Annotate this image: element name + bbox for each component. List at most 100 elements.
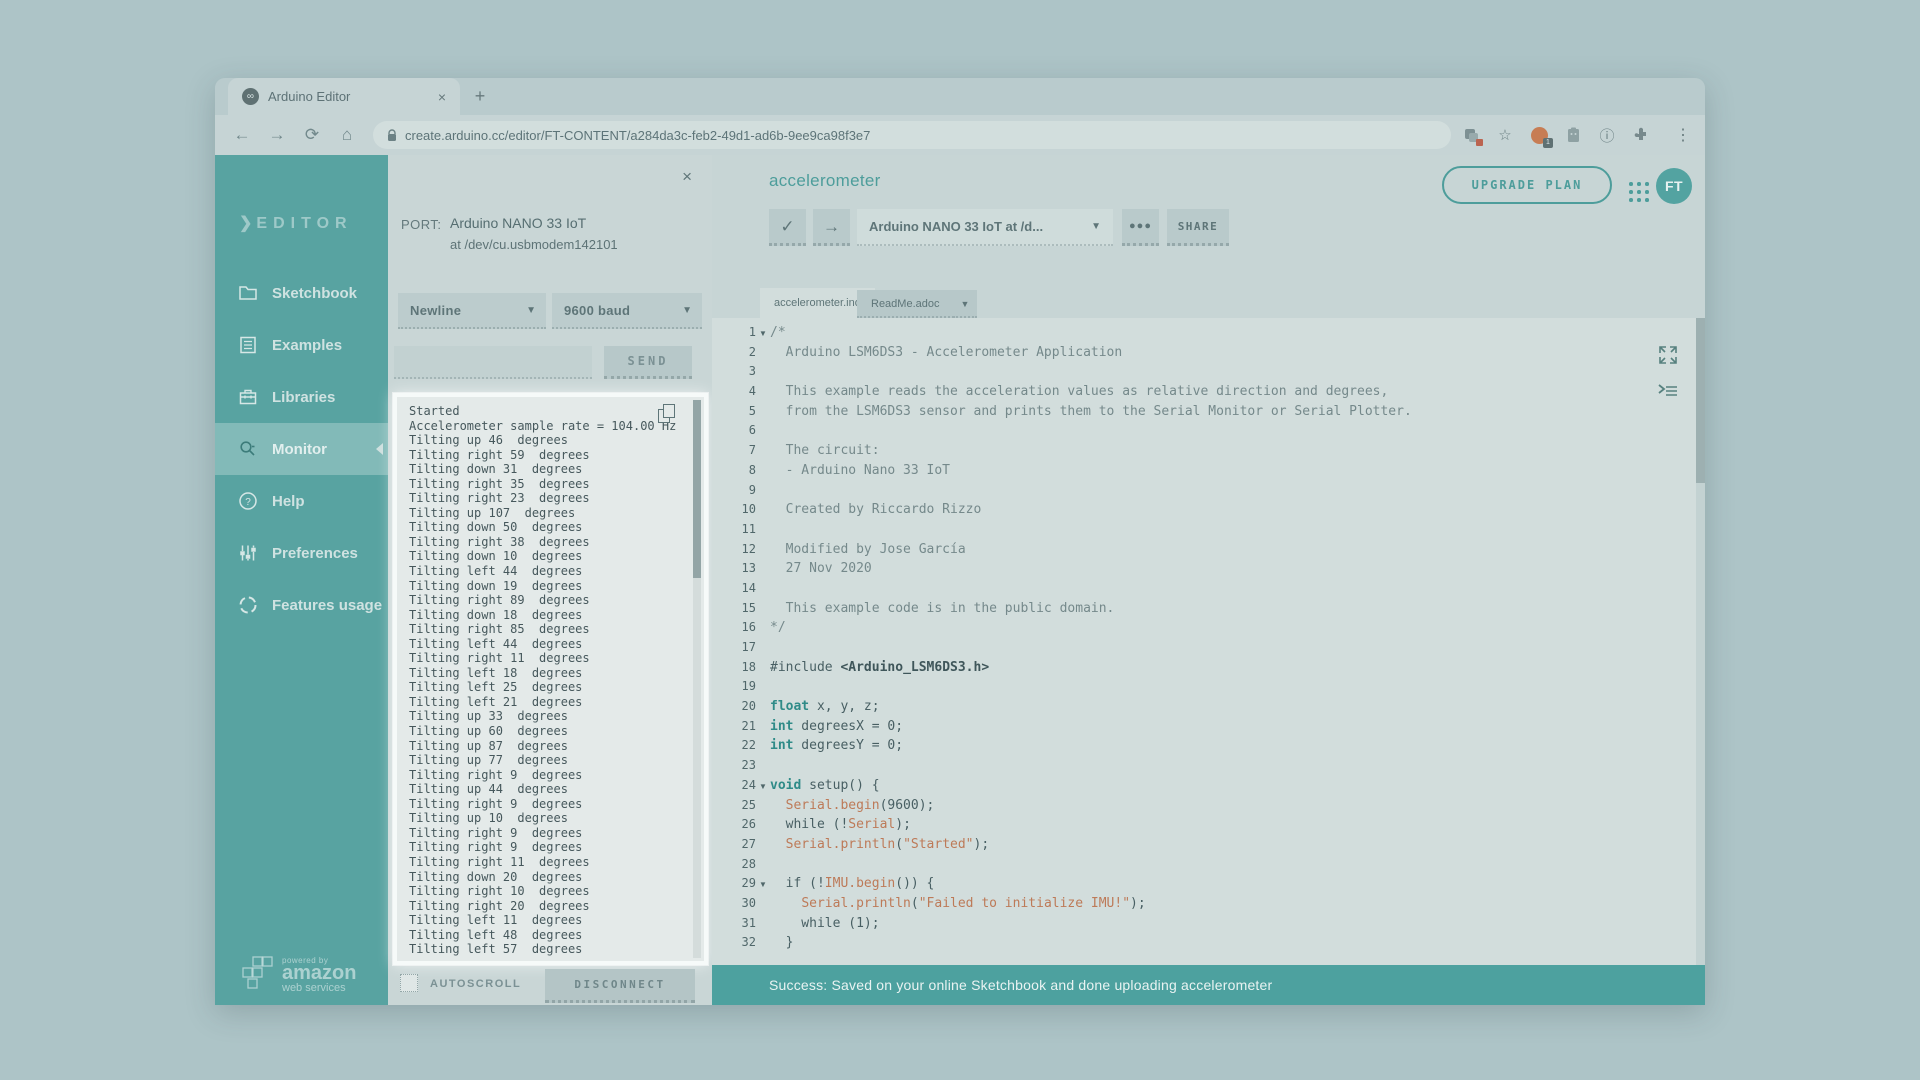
fullscreen-icon[interactable] (1657, 344, 1679, 366)
sidebar-item-preferences[interactable]: Preferences (215, 527, 388, 579)
info-icon[interactable]: ⓘ (1597, 125, 1617, 145)
code-text: float x, y, z; (770, 699, 880, 714)
line-ending-select[interactable]: Newline ▼ (398, 293, 546, 329)
close-monitor-icon[interactable]: × (682, 167, 692, 187)
serial-message-input[interactable] (394, 346, 592, 379)
sidebar-item-libraries[interactable]: Libraries (215, 371, 388, 423)
upload-button[interactable]: → (813, 209, 850, 246)
monitor-output-line: Tilting right 59 degrees (409, 448, 684, 463)
folder-icon (237, 282, 259, 304)
apps-grid-icon[interactable] (1629, 182, 1650, 203)
avatar[interactable]: FT (1656, 168, 1692, 204)
editor-area: accelerometer UPGRADE PLAN FT ✓ → Arduin… (712, 155, 1705, 1005)
clipboard-icon[interactable] (1563, 125, 1583, 145)
address-bar[interactable]: create.arduino.cc/editor/FT-CONTENT/a284… (373, 121, 1451, 149)
disconnect-button[interactable]: DISCONNECT (545, 969, 695, 1003)
sidebar: ❯EDITOR SketchbookExamplesLibrariesMonit… (215, 155, 388, 1005)
code-line: 13 27 Nov 2020 (712, 561, 1705, 581)
line-number: 10 (712, 502, 756, 516)
code-line: 16*/ (712, 620, 1705, 640)
aws-text: powered by amazon web services (282, 956, 356, 994)
code-text: Serial.begin(9600); (770, 798, 934, 813)
editor-scrollbar[interactable] (1696, 318, 1705, 965)
logo-chevron-icon: ❯ (239, 215, 252, 232)
extensions-puzzle-icon[interactable] (1631, 125, 1651, 145)
monitor-output-line: Tilting left 44 degrees (409, 637, 684, 652)
fold-arrow-icon[interactable]: ▼ (756, 782, 770, 791)
line-number: 20 (712, 699, 756, 713)
monitor-output-line: Tilting up 77 degrees (409, 753, 684, 768)
monitor-output-line: Tilting down 20 degrees (409, 870, 684, 885)
monitor-output-line: Tilting right 9 degrees (409, 768, 684, 783)
toolbar-extensions: ☆ 1 ⓘ ⋮ (1461, 125, 1691, 145)
bookmark-star-icon[interactable]: ☆ (1495, 125, 1515, 145)
sidebar-item-features[interactable]: Features usage (215, 579, 388, 631)
code-text: /* (770, 325, 786, 340)
line-number: 19 (712, 679, 756, 693)
code-line: 25 Serial.begin(9600); (712, 798, 1705, 818)
monitor-output-line: Tilting right 9 degrees (409, 840, 684, 855)
fold-arrow-icon[interactable]: ▼ (756, 880, 770, 889)
monitor-footer: AUTOSCROLL DISCONNECT (388, 963, 712, 1005)
verify-button[interactable]: ✓ (769, 209, 806, 246)
editor-scrollbar-thumb[interactable] (1696, 318, 1705, 483)
sidebar-item-monitor[interactable]: Monitor (215, 423, 388, 475)
editor-header: accelerometer UPGRADE PLAN FT ✓ → Arduin… (712, 155, 1705, 280)
line-number: 18 (712, 660, 756, 674)
browser-menu-icon[interactable]: ⋮ (1675, 125, 1691, 145)
sidebar-item-label: Preferences (272, 545, 358, 562)
translate-icon[interactable] (1461, 125, 1481, 145)
code-line: 1▼/* (712, 325, 1705, 345)
url-text: create.arduino.cc/editor/FT-CONTENT/a284… (405, 128, 870, 143)
fold-arrow-icon[interactable]: ▼ (756, 329, 770, 338)
code-text: void setup() { (770, 778, 880, 793)
reload-icon[interactable]: ⟳ (299, 125, 325, 145)
tab-readme-adoc[interactable]: ReadMe.adoc (857, 290, 954, 318)
extension-orange-icon[interactable]: 1 (1529, 125, 1549, 145)
aws-web-services: web services (282, 982, 356, 994)
sidebar-item-sketchbook[interactable]: Sketchbook (215, 267, 388, 319)
new-tab-button[interactable]: + (469, 86, 491, 108)
autoscroll-label: AUTOSCROLL (430, 978, 521, 990)
aws-logo: powered by amazon web services (241, 955, 356, 995)
code-line: 22int degreesY = 0; (712, 738, 1705, 758)
line-number: 24 (712, 778, 756, 792)
logo-text: EDITOR (256, 215, 352, 232)
tabs-dropdown-button[interactable]: ▼ (953, 290, 977, 318)
line-number: 7 (712, 443, 756, 457)
code-line: 19 (712, 679, 1705, 699)
code-text: if (!IMU.begin()) { (770, 876, 934, 891)
line-number: 1 (712, 325, 756, 339)
sidebar-item-help[interactable]: ?Help (215, 475, 388, 527)
lock-icon (387, 129, 397, 142)
output-scrollbar-thumb[interactable] (693, 400, 701, 578)
code-line: 7 The circuit: (712, 443, 1705, 463)
code-editor[interactable]: 1▼/*2 Arduino LSM6DS3 - Accelerometer Ap… (712, 318, 1705, 965)
code-line: 30 Serial.println("Failed to initialize … (712, 896, 1705, 916)
code-line: 15 This example code is in the public do… (712, 601, 1705, 621)
monitor-output-line: Tilting right 11 degrees (409, 855, 684, 870)
browser-tab[interactable]: ∞ Arduino Editor × (228, 78, 460, 115)
baud-rate-select[interactable]: 9600 baud ▼ (552, 293, 702, 329)
more-options-button[interactable]: ●●● (1122, 209, 1159, 246)
monitor-output-line: Tilting right 35 degrees (409, 477, 684, 492)
send-button[interactable]: SEND (604, 346, 692, 379)
close-tab-icon[interactable]: × (434, 87, 450, 107)
line-number: 4 (712, 384, 756, 398)
monitor-output-line: Tilting up 60 degrees (409, 724, 684, 739)
sidebar-item-examples[interactable]: Examples (215, 319, 388, 371)
back-icon[interactable]: ← (229, 125, 255, 145)
autoscroll-checkbox[interactable] (400, 974, 418, 992)
serial-output-box[interactable]: StartedAccelerometer sample rate = 104.0… (393, 393, 708, 965)
share-button[interactable]: SHARE (1167, 209, 1229, 246)
browser-toolbar: ← → ⟳ ⌂ create.arduino.cc/editor/FT-CONT… (215, 115, 1705, 155)
help-icon: ? (237, 490, 259, 512)
forward-icon[interactable]: → (264, 125, 290, 145)
copy-output-icon[interactable] (658, 404, 676, 424)
home-icon[interactable]: ⌂ (334, 125, 360, 145)
board-port-select[interactable]: Arduino NANO 33 IoT at /d... ▼ (857, 209, 1113, 246)
output-scrollbar[interactable] (693, 400, 701, 958)
aws-cubes-icon (241, 955, 275, 995)
upgrade-plan-button[interactable]: UPGRADE PLAN (1442, 166, 1612, 204)
console-icon[interactable] (1657, 382, 1679, 400)
